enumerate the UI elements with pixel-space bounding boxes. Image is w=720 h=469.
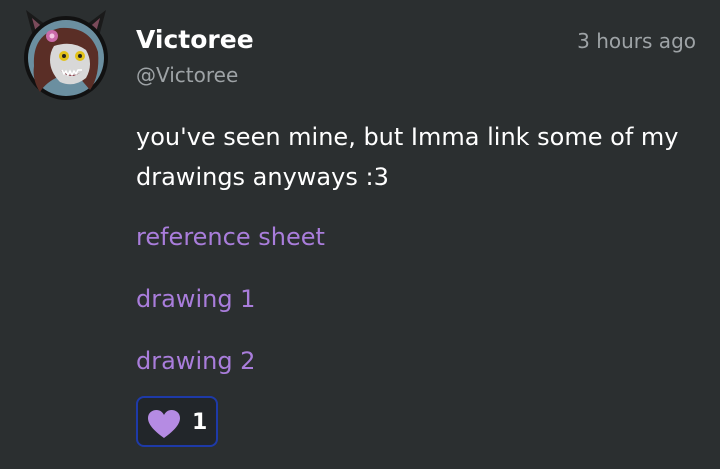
author-display-name[interactable]: Victoree bbox=[136, 24, 254, 56]
link-drawing-2[interactable]: drawing 2 bbox=[136, 345, 255, 377]
post-card: Victoree @Victoree 3 hours ago you've se… bbox=[0, 0, 720, 469]
link-reference-sheet[interactable]: reference sheet bbox=[136, 221, 325, 253]
wolf-avatar-icon bbox=[24, 10, 108, 100]
avatar[interactable] bbox=[20, 6, 112, 102]
post-timestamp: 3 hours ago bbox=[577, 29, 696, 53]
post-body: you've seen mine, but Imma link some of … bbox=[136, 123, 679, 191]
heart-icon bbox=[148, 410, 180, 438]
link-drawing-1[interactable]: drawing 1 bbox=[136, 283, 255, 315]
like-button[interactable]: 1 bbox=[136, 396, 218, 447]
author-handle[interactable]: @Victoree bbox=[136, 62, 238, 88]
like-count: 1 bbox=[192, 410, 208, 435]
